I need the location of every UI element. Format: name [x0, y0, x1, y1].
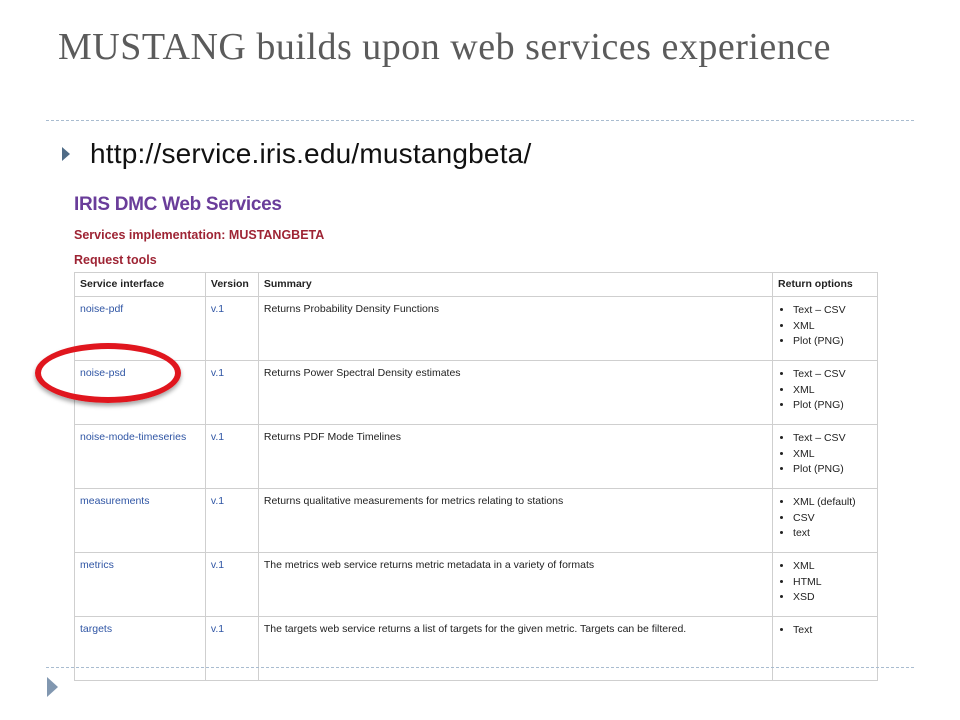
table-row: noise-psd v.1 Returns Power Spectral Den…	[74, 360, 878, 425]
version-link[interactable]: v.1	[204, 424, 259, 489]
header-summary: Summary	[257, 272, 774, 297]
option-item: Text – CSV	[793, 303, 872, 319]
table-row: measurements v.1 Returns qualitative mea…	[74, 488, 878, 553]
table-row: metrics v.1 The metrics web service retu…	[74, 552, 878, 617]
options-cell: Text – CSV XML Plot (PNG)	[772, 424, 878, 489]
option-item: text	[793, 526, 872, 542]
version-link[interactable]: v.1	[204, 296, 259, 361]
version-link[interactable]: v.1	[204, 360, 259, 425]
version-link[interactable]: v.1	[204, 616, 259, 681]
option-item: XML	[793, 319, 872, 335]
table-row: noise-pdf v.1 Returns Probability Densit…	[74, 296, 878, 361]
option-item: Plot (PNG)	[793, 398, 872, 414]
bottom-divider	[46, 667, 914, 668]
service-url[interactable]: http://service.iris.edu/mustangbeta/	[90, 138, 531, 170]
option-item: XSD	[793, 590, 872, 606]
triangle-corner-icon	[47, 677, 58, 697]
summary-cell: Returns Probability Density Functions	[257, 296, 774, 361]
version-link[interactable]: v.1	[204, 488, 259, 553]
option-item: Text	[793, 623, 872, 639]
option-item: XML	[793, 559, 872, 575]
bullet-item: http://service.iris.edu/mustangbeta/	[62, 138, 531, 170]
header-version: Version	[204, 272, 259, 297]
option-item: XML	[793, 383, 872, 399]
options-cell: XML (default) CSV text	[772, 488, 878, 553]
top-divider	[46, 120, 914, 121]
options-cell: Text	[772, 616, 878, 681]
option-item: Plot (PNG)	[793, 334, 872, 350]
highlight-ellipse	[35, 343, 181, 403]
summary-cell: The targets web service returns a list o…	[257, 616, 774, 681]
option-item: Plot (PNG)	[793, 462, 872, 478]
webpage-screenshot: IRIS DMC Web Services Services implement…	[74, 190, 882, 681]
service-link[interactable]: targets	[74, 616, 206, 681]
services-table: Service interface Version Summary Return…	[74, 272, 878, 681]
summary-cell: Returns Power Spectral Density estimates	[257, 360, 774, 425]
option-item: CSV	[793, 511, 872, 527]
option-item: HTML	[793, 575, 872, 591]
service-link[interactable]: measurements	[74, 488, 206, 553]
slide-title: MUSTANG builds upon web services experie…	[58, 26, 832, 68]
table-row: targets v.1 The targets web service retu…	[74, 616, 878, 681]
options-cell: XML HTML XSD	[772, 552, 878, 617]
table-header-row: Service interface Version Summary Return…	[74, 272, 878, 297]
version-link[interactable]: v.1	[204, 552, 259, 617]
header-service-interface: Service interface	[74, 272, 206, 297]
option-item: XML (default)	[793, 495, 872, 511]
implementation-heading: Services implementation: MUSTANGBETA	[74, 228, 325, 242]
summary-cell: Returns qualitative measurements for met…	[257, 488, 774, 553]
request-tools-heading: Request tools	[74, 253, 157, 267]
site-title: IRIS DMC Web Services	[74, 194, 282, 215]
summary-cell: The metrics web service returns metric m…	[257, 552, 774, 617]
service-link[interactable]: noise-mode-timeseries	[74, 424, 206, 489]
summary-cell: Returns PDF Mode Timelines	[257, 424, 774, 489]
table-row: noise-mode-timeseries v.1 Returns PDF Mo…	[74, 424, 878, 489]
option-item: Text – CSV	[793, 431, 872, 447]
option-item: Text – CSV	[793, 367, 872, 383]
service-link[interactable]: metrics	[74, 552, 206, 617]
header-return-options: Return options	[772, 272, 878, 297]
options-cell: Text – CSV XML Plot (PNG)	[772, 360, 878, 425]
option-item: XML	[793, 447, 872, 463]
options-cell: Text – CSV XML Plot (PNG)	[772, 296, 878, 361]
triangle-bullet-icon	[62, 147, 70, 161]
